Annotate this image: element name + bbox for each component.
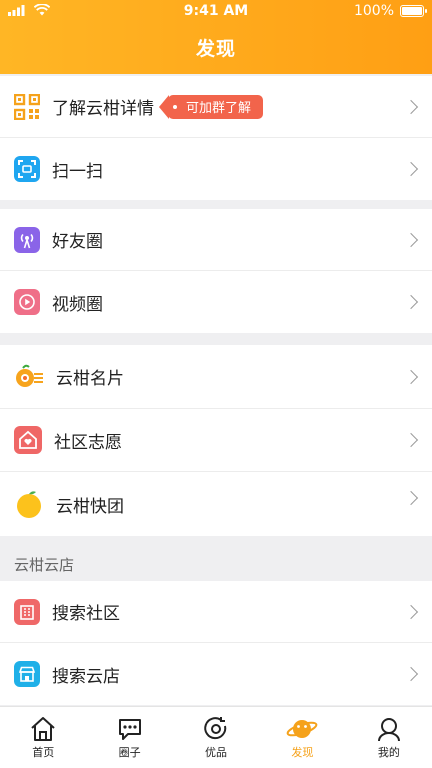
broadcast-icon: [14, 226, 40, 253]
status-bar: 9:41 AM 100%: [0, 0, 432, 24]
chevron-right-icon: [403, 490, 419, 505]
orange-card-icon: [14, 364, 44, 390]
tab-home[interactable]: 首页: [0, 707, 86, 768]
building-icon: [14, 598, 40, 625]
row-group-buy[interactable]: 云柑快团: [0, 472, 432, 536]
scan-icon: [14, 156, 40, 182]
row-label: 好友圈: [52, 232, 103, 252]
chevron-right-icon: [403, 369, 419, 384]
chat-icon: [118, 718, 141, 740]
battery-indicator: 100%: [353, 3, 427, 19]
battery-icon: [400, 5, 427, 17]
join-group-badge[interactable]: 可加群了解: [158, 94, 264, 119]
chevron-right-icon: [403, 294, 419, 310]
refresh-circle-icon: [204, 716, 227, 739]
tab-circle[interactable]: 圈子: [86, 707, 172, 768]
group-store: 搜索社区 搜索云店: [0, 581, 432, 705]
top-header: 9:41 AM 100% 发现: [0, 0, 432, 74]
row-label: 社区志愿: [54, 432, 122, 453]
tab-label: 发现: [291, 745, 314, 759]
row-label: 搜索云店: [52, 666, 120, 687]
tab-label: 圈子: [118, 745, 141, 759]
tab-label: 我的: [377, 745, 400, 759]
group-social: 好友圈 视频圈: [0, 209, 432, 333]
heart-house-icon: [14, 426, 42, 454]
qrcode-icon: [14, 93, 40, 120]
row-yungan-card[interactable]: 云柑名片: [0, 345, 432, 409]
tab-mine[interactable]: 我的: [346, 707, 432, 768]
row-label: 扫一扫: [52, 161, 103, 182]
chevron-right-icon: [403, 604, 419, 619]
tab-label: 优品: [205, 745, 228, 759]
tab-discover[interactable]: 发现: [259, 707, 345, 768]
group-info: 了解云柑详情 可加群了解 扫一扫: [0, 76, 432, 200]
row-yungan-detail[interactable]: 了解云柑详情 可加群了解: [0, 76, 432, 138]
tab-label: 首页: [32, 745, 55, 759]
orange-fruit-icon: [14, 489, 44, 519]
chevron-right-icon: [403, 666, 419, 682]
home-icon: [31, 716, 55, 741]
row-search-community[interactable]: 搜索社区: [0, 581, 432, 643]
store-icon: [14, 661, 40, 687]
row-label: 搜索社区: [52, 604, 120, 624]
page-title: 发现: [195, 38, 236, 60]
row-label: 云柑快团: [56, 496, 124, 517]
chevron-right-icon: [403, 99, 419, 114]
row-search-store[interactable]: 搜索云店: [0, 643, 432, 705]
section-title-store: 云柑云店: [14, 556, 75, 574]
chevron-right-icon: [403, 161, 419, 177]
row-community-volunteer[interactable]: 社区志愿: [0, 409, 432, 472]
tab-products[interactable]: 优品: [173, 707, 259, 768]
row-friends-circle[interactable]: 好友圈: [0, 209, 432, 271]
row-label: 视频圈: [52, 294, 103, 315]
chevron-right-icon: [403, 432, 419, 448]
bottom-tab-bar: 首页 圈子 优品 发现 我的: [0, 706, 432, 768]
row-video-circle[interactable]: 视频圈: [0, 271, 432, 333]
play-icon: [14, 289, 40, 315]
user-icon: [377, 717, 400, 741]
row-scan[interactable]: 扫一扫: [0, 138, 432, 200]
planet-icon: [287, 719, 318, 738]
group-services: 云柑名片 社区志愿 云柑快团: [0, 345, 432, 536]
chevron-right-icon: [403, 232, 419, 247]
row-label: 云柑名片: [56, 369, 124, 389]
row-label: 了解云柑详情: [52, 99, 154, 119]
battery-percent: 100%: [353, 3, 394, 19]
